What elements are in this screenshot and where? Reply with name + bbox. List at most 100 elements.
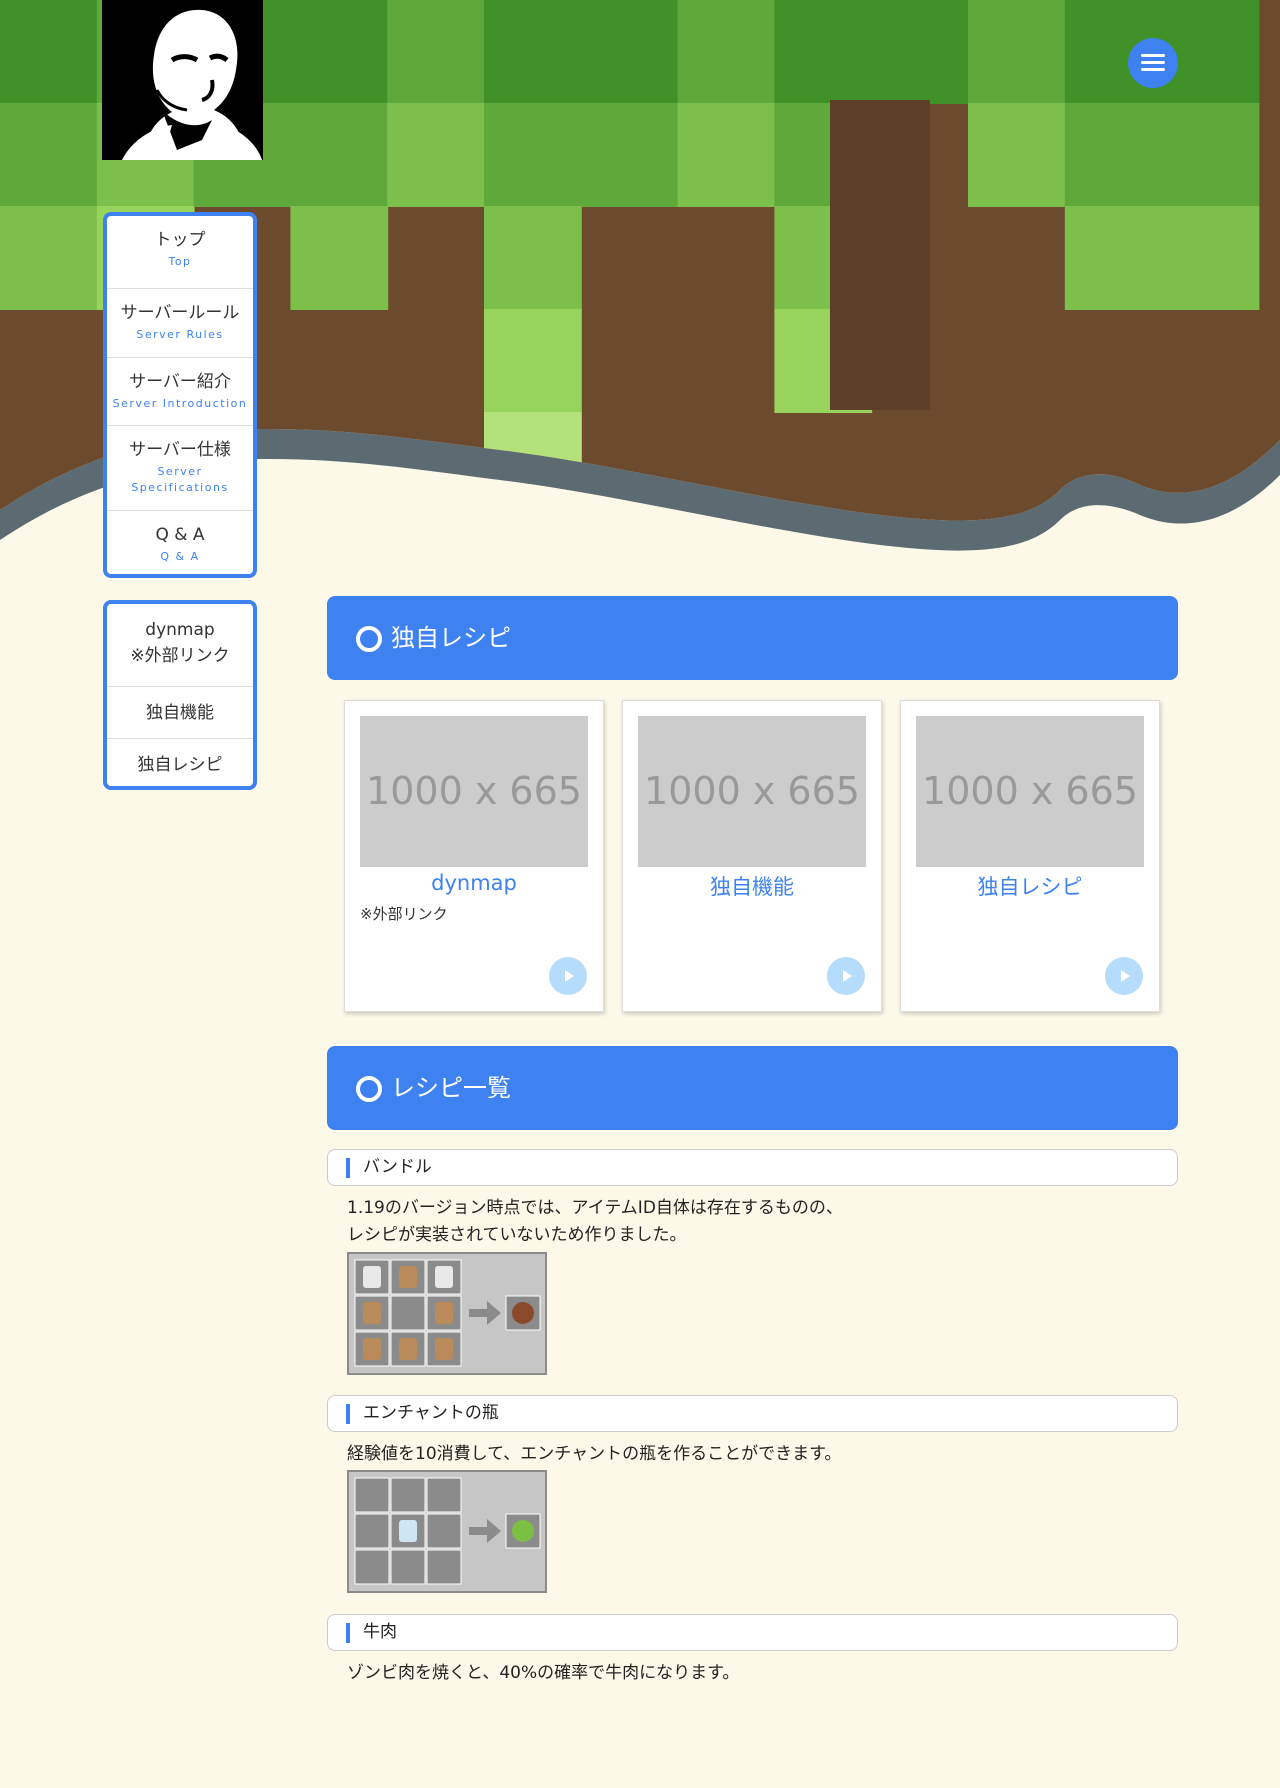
section-title: 独自レシピ bbox=[391, 624, 511, 652]
recipe-title-text: エンチャントの瓶 bbox=[363, 1403, 499, 1423]
grass-block bbox=[1161, 206, 1260, 310]
sidebar-item-qa[interactable]: Q & A Q & A bbox=[107, 511, 253, 574]
hamburger-line bbox=[1141, 61, 1165, 64]
circle-icon bbox=[356, 1076, 382, 1102]
grass-block bbox=[1064, 206, 1163, 310]
portrait-logo[interactable] bbox=[102, 0, 263, 160]
nav-sublabel: Server Introduction bbox=[112, 397, 248, 410]
sidebar-item-custom-recipes[interactable]: 独自レシピ bbox=[107, 739, 253, 786]
grass-block bbox=[968, 0, 1066, 104]
grass-block bbox=[484, 103, 582, 207]
description-line: レシピが実装されていないため作りました。 bbox=[347, 1225, 687, 1245]
crafting-slot bbox=[354, 1513, 390, 1549]
rabbit-hide-icon bbox=[363, 1302, 381, 1324]
hamburger-line bbox=[1141, 68, 1165, 71]
sidebar-item-server-specifications[interactable]: サーバー仕様 Server Specifications bbox=[107, 426, 253, 511]
card-custom-recipes[interactable]: 1000 x 665 独自レシピ bbox=[900, 700, 1160, 1012]
play-arrow-icon[interactable] bbox=[549, 957, 587, 995]
grass-block bbox=[1161, 0, 1260, 104]
recipe-title-text: 牛肉 bbox=[363, 1622, 397, 1642]
grass-block bbox=[0, 206, 98, 310]
crafting-slot bbox=[390, 1295, 426, 1331]
grass-block bbox=[290, 0, 389, 104]
nav-label: サーバールール bbox=[120, 303, 240, 323]
description-line: ゾンビ肉を焼くと、40%の確率で牛肉になります。 bbox=[347, 1663, 740, 1683]
crafting-slot bbox=[426, 1549, 462, 1585]
string-icon bbox=[363, 1266, 381, 1288]
recipe-description: ゾンビ肉を焼くと、40%の確率で牛肉になります。 bbox=[347, 1660, 739, 1687]
card-custom-features[interactable]: 1000 x 665 独自機能 bbox=[622, 700, 882, 1012]
crafting-grid-bundle bbox=[347, 1252, 547, 1375]
sidebar-main-nav: トップ Top サーバールール Server Rules サーバー紹介 Serv… bbox=[103, 212, 257, 578]
rabbit-hide-icon bbox=[399, 1338, 417, 1360]
nav-label: 独自レシピ bbox=[137, 755, 223, 775]
nav-sublabel: Server Rules bbox=[136, 328, 224, 341]
recipe-title-enchanting-bottle: エンチャントの瓶 bbox=[327, 1395, 1178, 1432]
image-placeholder: 1000 x 665 bbox=[638, 716, 866, 867]
grass-block bbox=[968, 103, 1066, 207]
section-header-custom-recipes: 独自レシピ bbox=[327, 596, 1178, 680]
recipe-title-bundle: バンドル bbox=[327, 1149, 1178, 1186]
enchanting-bottle-icon bbox=[512, 1520, 534, 1542]
crafting-grid-enchanting-bottle bbox=[347, 1470, 547, 1593]
crafting-slot bbox=[354, 1549, 390, 1585]
sidebar-item-server-rules[interactable]: サーバールール Server Rules bbox=[107, 289, 253, 358]
card-dynmap[interactable]: 1000 x 665 dynmap ※外部リンク bbox=[344, 700, 604, 1012]
grass-block bbox=[484, 309, 582, 413]
recipe-description: 1.19のバージョン時点では、アイテムID自体は存在するものの、 レシピが実装さ… bbox=[347, 1195, 843, 1249]
string-icon bbox=[435, 1266, 453, 1288]
grass-block bbox=[1161, 103, 1260, 207]
grass-block bbox=[774, 0, 873, 104]
grass-block bbox=[0, 0, 98, 104]
crafting-slot bbox=[426, 1477, 462, 1513]
grass-block bbox=[290, 103, 389, 207]
nav-label: Q & A bbox=[155, 525, 205, 545]
grass-block bbox=[580, 103, 679, 207]
sidebar-item-top[interactable]: トップ Top bbox=[107, 216, 253, 289]
nav-sublabel: Q & A bbox=[160, 550, 200, 563]
glass-bottle-icon bbox=[399, 1520, 417, 1542]
card-title: dynmap bbox=[431, 871, 517, 895]
circle-icon bbox=[356, 626, 382, 652]
arrow-right-icon bbox=[469, 1519, 501, 1543]
recipe-description: 経験値を10消費して、エンチャントの瓶を作ることができます。 bbox=[347, 1441, 841, 1468]
rabbit-hide-icon bbox=[399, 1266, 417, 1288]
crafting-slot bbox=[354, 1477, 390, 1513]
crafting-slot bbox=[426, 1513, 462, 1549]
nav-label: dynmap bbox=[145, 620, 215, 640]
section-title: レシピ一覧 bbox=[391, 1074, 511, 1102]
recipe-title-beef: 牛肉 bbox=[327, 1614, 1178, 1651]
image-placeholder: 1000 x 665 bbox=[360, 716, 588, 867]
sidebar-item-custom-features[interactable]: 独自機能 bbox=[107, 687, 253, 739]
image-placeholder: 1000 x 665 bbox=[916, 716, 1144, 867]
hamburger-line bbox=[1141, 54, 1165, 57]
description-line: 1.19のバージョン時点では、アイテムID自体は存在するものの、 bbox=[347, 1198, 843, 1218]
grass-block bbox=[580, 0, 679, 104]
nav-label: サーバー紹介 bbox=[129, 372, 231, 392]
bundle-icon bbox=[512, 1302, 534, 1324]
grass-block bbox=[0, 103, 98, 207]
nav-label: 独自機能 bbox=[146, 703, 214, 723]
crafting-slot bbox=[390, 1549, 426, 1585]
sidebar-item-server-introduction[interactable]: サーバー紹介 Server Introduction bbox=[107, 358, 253, 426]
grass-block bbox=[387, 0, 485, 104]
card-title: 独自レシピ bbox=[977, 875, 1083, 899]
grass-block bbox=[871, 0, 969, 104]
grass-block bbox=[484, 0, 582, 104]
nav-sublabel: Top bbox=[168, 255, 192, 268]
play-arrow-icon[interactable] bbox=[1105, 957, 1143, 995]
nav-label: トップ bbox=[154, 230, 206, 250]
rabbit-hide-icon bbox=[435, 1302, 453, 1324]
rabbit-hide-icon bbox=[363, 1338, 381, 1360]
arrow-right-icon bbox=[469, 1301, 501, 1325]
play-arrow-icon[interactable] bbox=[827, 957, 865, 995]
grass-block bbox=[290, 206, 389, 310]
dirt-block bbox=[830, 100, 930, 410]
hamburger-menu-button[interactable] bbox=[1128, 38, 1178, 88]
grass-block bbox=[484, 206, 582, 310]
sidebar-sub-nav: dynmap ※外部リンク 独自機能 独自レシピ bbox=[103, 600, 257, 790]
nav-sublabel: Server Specifications bbox=[131, 465, 229, 494]
section-header-recipe-list: レシピ一覧 bbox=[327, 1046, 1178, 1130]
card-title: 独自機能 bbox=[710, 875, 794, 899]
sidebar-item-dynmap[interactable]: dynmap ※外部リンク bbox=[107, 604, 253, 687]
